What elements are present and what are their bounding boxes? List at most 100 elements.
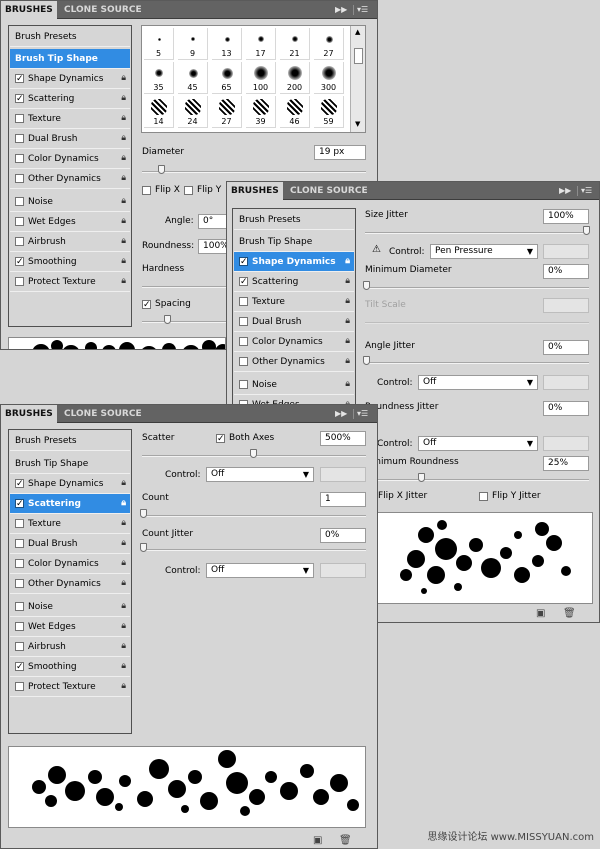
lock-icon[interactable]: 🔒︎	[121, 94, 126, 103]
brush-tip-preset[interactable]: 14	[144, 96, 174, 128]
lock-icon[interactable]: 🔒︎	[121, 174, 126, 183]
count-jitter-field[interactable]: 0%	[320, 528, 366, 543]
double-arrow-icon[interactable]: ▶▶	[335, 1, 347, 19]
scatter-control-dropdown[interactable]: Off ▼	[206, 467, 314, 482]
option-airbrush[interactable]: Airbrush 🔒︎	[10, 232, 130, 252]
option-texture[interactable]: Texture 🔒︎	[234, 292, 354, 312]
checkbox[interactable]	[15, 519, 24, 528]
checkbox[interactable]	[15, 642, 24, 651]
lock-icon[interactable]: 🔒︎	[121, 662, 126, 671]
spacing-slider[interactable]	[142, 315, 232, 324]
flip-y-checkbox[interactable]: Flip Y	[184, 185, 221, 195]
option-dual-brush[interactable]: Dual Brush 🔒︎	[10, 129, 130, 149]
lock-icon[interactable]: 🔒︎	[345, 257, 350, 266]
scroll-thumb[interactable]	[354, 48, 363, 64]
angle-control-dropdown[interactable]: Off ▼	[418, 375, 538, 390]
brush-presets-button[interactable]: Brush Presets	[10, 431, 130, 451]
option-smoothing[interactable]: ✓ Smoothing 🔒︎	[10, 252, 130, 272]
count-field[interactable]: 1	[320, 492, 366, 507]
roundness-jitter-field[interactable]: 0%	[543, 401, 589, 416]
option-color-dynamics[interactable]: Color Dynamics 🔒︎	[234, 332, 354, 352]
lock-icon[interactable]: 🔒︎	[121, 479, 126, 488]
option-smoothing[interactable]: ✓ Smoothing 🔒︎	[10, 657, 130, 677]
angle-jitter-field[interactable]: 0%	[543, 340, 589, 355]
minimum-diameter-slider[interactable]	[363, 281, 589, 290]
brush-tip-preset[interactable]: 35	[144, 62, 174, 94]
tab-brushes[interactable]: BRUSHES	[1, 405, 57, 423]
size-jitter-field[interactable]: 100%	[543, 209, 589, 224]
lock-icon[interactable]: 🔒︎	[121, 237, 126, 246]
checkbox[interactable]	[239, 297, 248, 306]
brush-presets-button[interactable]: Brush Presets	[10, 27, 130, 47]
lock-icon[interactable]: 🔒︎	[121, 277, 126, 286]
option-brush-tip-shape[interactable]: Brush Tip Shape	[10, 454, 130, 474]
brush-tip-preset[interactable]: 300	[314, 62, 344, 94]
option-brush-tip-shape[interactable]: Brush Tip Shape	[10, 49, 130, 69]
slider-thumb[interactable]	[363, 281, 370, 290]
lock-icon[interactable]: 🔒︎	[345, 277, 350, 286]
diameter-field[interactable]: 19 px	[314, 145, 366, 160]
checkbox[interactable]	[15, 197, 24, 206]
slider-thumb[interactable]	[250, 449, 257, 458]
checkbox[interactable]: ✓	[15, 662, 24, 672]
lock-icon[interactable]: 🔒︎	[121, 559, 126, 568]
double-arrow-icon[interactable]: ▶▶	[559, 182, 571, 200]
lock-icon[interactable]: 🔒︎	[121, 499, 126, 508]
tab-clone-source[interactable]: CLONE SOURCE	[60, 1, 146, 19]
option-scattering[interactable]: ✓ Scattering 🔒︎	[234, 272, 354, 292]
slider-thumb[interactable]	[164, 315, 171, 324]
tab-brushes[interactable]: BRUSHES	[1, 1, 57, 19]
trash-icon[interactable]: 🗑︎	[339, 835, 352, 846]
checkbox[interactable]	[15, 237, 24, 246]
option-texture[interactable]: Texture 🔒︎	[10, 109, 130, 129]
lock-icon[interactable]: 🔒︎	[345, 380, 350, 389]
option-wet-edges[interactable]: Wet Edges 🔒︎	[10, 617, 130, 637]
checkbox[interactable]: ✓	[15, 257, 24, 267]
lock-icon[interactable]: 🔒︎	[121, 197, 126, 206]
checkbox[interactable]	[15, 217, 24, 226]
brush-tip-preset[interactable]: 27	[212, 96, 242, 128]
brush-tip-preset[interactable]: 13	[212, 28, 242, 60]
lock-icon[interactable]: 🔒︎	[121, 217, 126, 226]
checkbox[interactable]	[15, 559, 24, 568]
option-scattering[interactable]: ✓ Scattering 🔒︎	[10, 89, 130, 109]
flip-x-checkbox[interactable]: Flip X	[142, 185, 180, 195]
minimum-roundness-field[interactable]: 25%	[543, 456, 589, 471]
checkbox[interactable]	[239, 317, 248, 326]
checkbox[interactable]	[239, 357, 248, 366]
scatter-slider[interactable]	[142, 449, 366, 458]
lock-icon[interactable]: 🔒︎	[345, 317, 350, 326]
menu-icon[interactable]: ▾☰	[357, 1, 368, 19]
lock-icon[interactable]: 🔒︎	[345, 357, 350, 366]
checkbox[interactable]	[15, 277, 24, 286]
option-color-dynamics[interactable]: Color Dynamics 🔒︎	[10, 149, 130, 169]
option-other-dynamics[interactable]: Other Dynamics 🔒︎	[10, 574, 130, 594]
slider-thumb[interactable]	[158, 165, 165, 174]
hardness-slider[interactable]	[142, 286, 232, 288]
brush-tip-preset[interactable]: 21	[280, 28, 310, 60]
roundness-control-dropdown[interactable]: Off ▼	[418, 436, 538, 451]
lock-icon[interactable]: 🔒︎	[345, 297, 350, 306]
option-protect-texture[interactable]: Protect Texture 🔒︎	[10, 677, 130, 697]
checkbox[interactable]: ✓	[15, 94, 24, 104]
checkbox[interactable]: ✓	[15, 499, 24, 509]
trash-icon[interactable]: 🗑︎	[563, 608, 576, 619]
option-wet-edges[interactable]: Wet Edges 🔒︎	[10, 212, 130, 232]
option-dual-brush[interactable]: Dual Brush 🔒︎	[10, 534, 130, 554]
double-arrow-icon[interactable]: ▶▶	[335, 405, 347, 423]
option-airbrush[interactable]: Airbrush 🔒︎	[10, 637, 130, 657]
option-noise[interactable]: Noise 🔒︎	[10, 192, 130, 212]
lock-icon[interactable]: 🔒︎	[121, 642, 126, 651]
option-shape-dynamics[interactable]: ✓ Shape Dynamics 🔒︎	[234, 252, 354, 272]
slider-thumb[interactable]	[140, 543, 147, 552]
brush-presets-button[interactable]: Brush Presets	[234, 210, 354, 230]
checkbox[interactable]	[15, 174, 24, 183]
angle-jitter-slider[interactable]	[363, 356, 589, 365]
checkbox[interactable]	[15, 134, 24, 143]
slider-thumb[interactable]	[363, 356, 370, 365]
tab-clone-source[interactable]: CLONE SOURCE	[286, 182, 372, 200]
scatter-field[interactable]: 500%	[320, 431, 366, 446]
checkbox[interactable]	[142, 185, 151, 195]
brush-tip-preset[interactable]: 24	[178, 96, 208, 128]
checkbox[interactable]: ✓	[15, 74, 24, 84]
